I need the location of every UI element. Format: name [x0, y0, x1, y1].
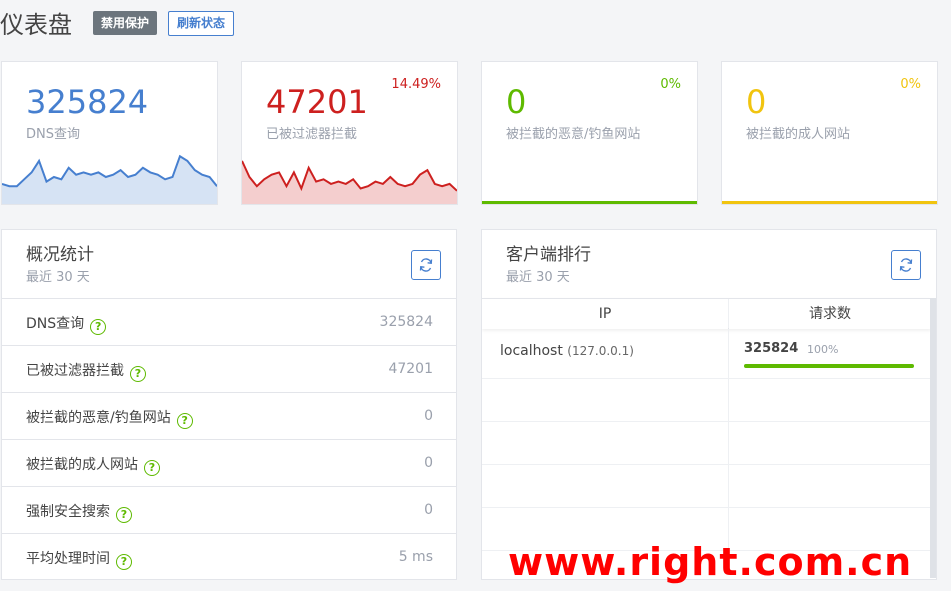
overview-row-dns-queries: DNS查询? 325824 — [2, 298, 457, 345]
stat-percent: 0% — [660, 77, 681, 92]
overview-row-blocked-adult: 被拦截的成人网站? 0 — [2, 439, 457, 486]
row-value: 5 ms — [398, 549, 433, 565]
row-value: 325824 — [379, 314, 433, 330]
stat-card-blocked-malware: 0 被拦截的恶意/钓鱼网站 0% — [481, 61, 698, 205]
blocked-filters-sparkline — [242, 160, 457, 204]
stat-percent: 14.49% — [391, 77, 441, 92]
sparkline-area — [2, 156, 217, 204]
row-label: 被拦截的成人网站 — [26, 457, 138, 473]
client-ip: (127.0.0.1) — [567, 344, 634, 358]
stat-card-blocked-filters: 47201 已被过滤器拦截 14.49% — [241, 61, 458, 205]
stat-value: 0 — [506, 83, 527, 121]
stat-value: 47201 — [266, 83, 368, 121]
watermark: www.right.com.cn — [508, 540, 913, 584]
overview-panel: 概况统计 最近 30 天 DNS查询? 325824 已被过滤器拦截? 4720… — [1, 229, 457, 580]
clients-subtitle: 最近 30 天 — [506, 270, 570, 285]
table-header: IP 请求数 — [482, 298, 931, 329]
help-icon[interactable]: ? — [116, 554, 132, 570]
overview-row-blocked-filters: 已被过滤器拦截? 47201 — [2, 345, 457, 392]
dashboard-header: 仪表盘 禁用保护 刷新状态 — [0, 0, 951, 44]
stat-bottom-bar — [722, 201, 937, 204]
row-value: 0 — [424, 455, 433, 471]
row-value: 0 — [424, 408, 433, 424]
top-clients-panel: 客户端排行 最近 30 天 IP 请求数 localhost (127.0.0.… — [481, 229, 937, 580]
overview-row-safe-search: 强制安全搜索? 0 — [2, 486, 457, 533]
row-label: 被拦截的恶意/钓鱼网站 — [26, 410, 171, 426]
table-row — [482, 465, 931, 508]
client-percent: 100% — [807, 343, 839, 356]
help-icon[interactable]: ? — [90, 319, 107, 335]
row-value: 0 — [424, 502, 433, 518]
column-header-requests[interactable]: 请求数 — [729, 299, 931, 329]
client-requests: 325824 — [744, 341, 799, 356]
overview-refresh-button[interactable] — [411, 250, 441, 280]
stat-value: 325824 — [26, 83, 149, 121]
refresh-icon — [419, 258, 433, 272]
client-progress-track — [744, 364, 914, 368]
overview-row-avg-time: 平均处理时间? 5 ms — [2, 533, 457, 580]
overview-row-blocked-malware: 被拦截的恶意/钓鱼网站? 0 — [2, 392, 457, 439]
stat-label: 被拦截的成人网站 — [746, 127, 851, 142]
stat-card-dns-queries: 325824 DNS查询 — [1, 61, 218, 205]
row-label: 已被过滤器拦截 — [26, 363, 124, 379]
row-label: 平均处理时间 — [26, 551, 110, 567]
disable-protection-button[interactable]: 禁用保护 — [93, 11, 158, 35]
column-header-ip[interactable]: IP — [482, 299, 728, 329]
row-label: DNS查询 — [26, 316, 85, 332]
help-icon[interactable]: ? — [176, 413, 193, 429]
stat-percent: 0% — [900, 77, 921, 92]
table-scrollbar[interactable] — [930, 298, 936, 578]
dns-queries-sparkline — [2, 154, 217, 204]
table-row — [482, 379, 931, 422]
help-icon[interactable]: ? — [116, 507, 132, 523]
help-icon[interactable]: ? — [144, 460, 160, 476]
page-title: 仪表盘 — [0, 11, 72, 39]
stat-label: 已被过滤器拦截 — [266, 127, 358, 142]
client-name-cell: localhost (127.0.0.1) — [500, 343, 634, 359]
help-icon[interactable]: ? — [130, 366, 146, 382]
refresh-icon — [899, 258, 913, 272]
stat-label: 被拦截的恶意/钓鱼网站 — [506, 127, 641, 142]
clients-refresh-button[interactable] — [891, 250, 921, 280]
stat-label: DNS查询 — [26, 127, 80, 142]
stat-value: 0 — [746, 83, 767, 121]
client-hostname: localhost — [500, 343, 563, 359]
row-value: 47201 — [388, 361, 433, 377]
overview-subtitle: 最近 30 天 — [26, 270, 90, 285]
row-label: 强制安全搜索 — [26, 504, 110, 520]
client-progress-fill — [744, 364, 914, 368]
table-row — [482, 422, 931, 465]
refresh-status-button[interactable]: 刷新状态 — [168, 11, 235, 36]
stat-card-blocked-adult: 0 被拦截的成人网站 0% — [721, 61, 938, 205]
table-row: localhost (127.0.0.1) 325824 100% — [482, 329, 931, 379]
overview-title: 概况统计 — [26, 245, 94, 265]
clients-title: 客户端排行 — [506, 245, 591, 265]
stat-bottom-bar — [482, 201, 697, 204]
